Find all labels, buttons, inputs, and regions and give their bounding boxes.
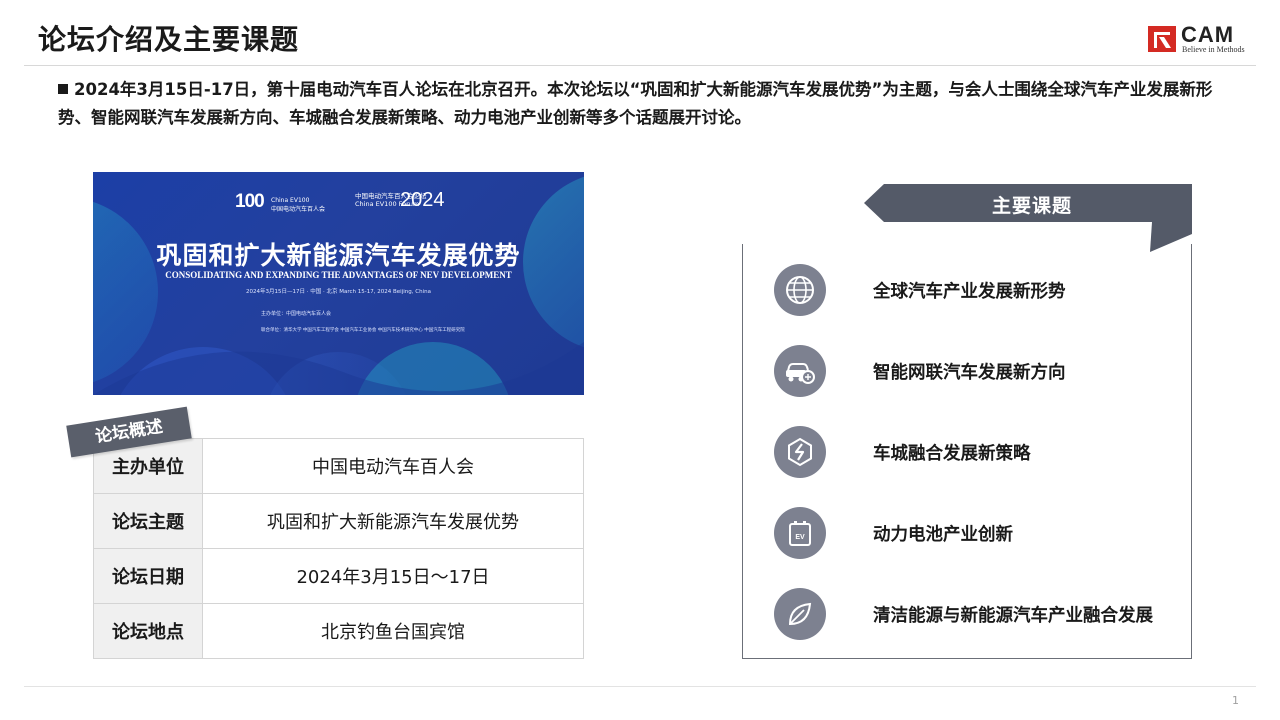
row-value: 北京钓鱼台国宾馆 xyxy=(202,603,584,659)
topic-label: 智能网联汽车发展新方向 xyxy=(873,363,1066,383)
ev100-logo-mark: 100 xyxy=(235,191,265,212)
hexagon-bolt-icon xyxy=(774,426,826,478)
topic-label: 车城融合发展新策略 xyxy=(873,444,1031,464)
table-row: 论坛日期 2024年3月15日～17日 xyxy=(93,548,584,604)
forum-banner-image: 100 China EV100 中国电动汽车百人会 中国电动汽车百人会论坛 Chin… xyxy=(93,172,584,395)
banner-year: 2024 xyxy=(400,189,445,211)
banner-host-line: 主办单位：中国电动汽车百人会 xyxy=(261,311,332,317)
topic-label: 动力电池产业创新 xyxy=(873,525,1013,545)
table-row: 论坛主题 巩固和扩大新能源汽车发展优势 xyxy=(93,493,584,549)
overview-table: 主办单位 中国电动汽车百人会 论坛主题 巩固和扩大新能源汽车发展优势 论坛日期 … xyxy=(93,438,584,659)
topic-item: 车城融合发展新策略 xyxy=(774,426,1174,478)
topic-label: 清洁能源与新能源汽车产业融合发展 xyxy=(873,606,1153,626)
banner-subtitle: CONSOLIDATING AND EXPANDING THE ADVANTAG… xyxy=(165,270,512,280)
banner-brand: China EV100 中国电动汽车百人会 xyxy=(271,197,326,213)
globe-icon xyxy=(774,264,826,316)
banner-co-organizers: 联合单位：清华大学 中国汽车工程学会 中国汽车工业协会 中国汽车技术研究中心 中… xyxy=(261,328,465,333)
intro-text: 2024年3月15日-17日，第十届电动汽车百人论坛在北京召开。本次论坛以“巩固… xyxy=(58,80,1213,127)
footer-divider xyxy=(24,686,1256,687)
topic-item: EV 动力电池产业创新 xyxy=(774,507,1174,559)
table-row: 主办单位 中国电动汽车百人会 xyxy=(93,438,584,494)
leaf-icon xyxy=(774,588,826,640)
page-title: 论坛介绍及主要课题 xyxy=(38,23,300,56)
header-divider xyxy=(24,65,1256,66)
row-value: 中国电动汽车百人会 xyxy=(202,438,584,494)
topic-item: 全球汽车产业发展新形势 xyxy=(774,264,1174,316)
page-number: 1 xyxy=(1232,694,1239,707)
cam-logo: CAM Believe in Methods xyxy=(1148,22,1258,56)
connected-car-icon xyxy=(774,345,826,397)
svg-text:EV: EV xyxy=(795,534,805,541)
row-key: 论坛地点 xyxy=(93,603,203,659)
row-key: 论坛日期 xyxy=(93,548,203,604)
intro-paragraph: 2024年3月15日-17日，第十届电动汽车百人论坛在北京召开。本次论坛以“巩固… xyxy=(58,76,1238,132)
square-bullet-icon xyxy=(58,84,68,94)
ev-battery-icon: EV xyxy=(774,507,826,559)
row-key: 论坛主题 xyxy=(93,493,203,549)
banner-decoration xyxy=(93,176,584,395)
cam-logo-mark-icon xyxy=(1148,26,1176,52)
topic-item: 智能网联汽车发展新方向 xyxy=(774,345,1174,397)
topic-label: 全球汽车产业发展新形势 xyxy=(873,282,1066,302)
topic-item: 清洁能源与新能源汽车产业融合发展 xyxy=(774,588,1174,640)
table-row: 论坛地点 北京钓鱼台国宾馆 xyxy=(93,603,584,659)
row-value: 巩固和扩大新能源汽车发展优势 xyxy=(202,493,584,549)
banner-date-line: 2024年3月15日—17日 · 中国 · 北京 March 15-17, 20… xyxy=(246,289,431,295)
row-value: 2024年3月15日～17日 xyxy=(202,548,584,604)
logo-slogan: Believe in Methods xyxy=(1182,45,1245,54)
topics-heading: 主要课题 xyxy=(991,195,1072,217)
banner-title: 巩固和扩大新能源汽车发展优势 xyxy=(156,241,521,270)
